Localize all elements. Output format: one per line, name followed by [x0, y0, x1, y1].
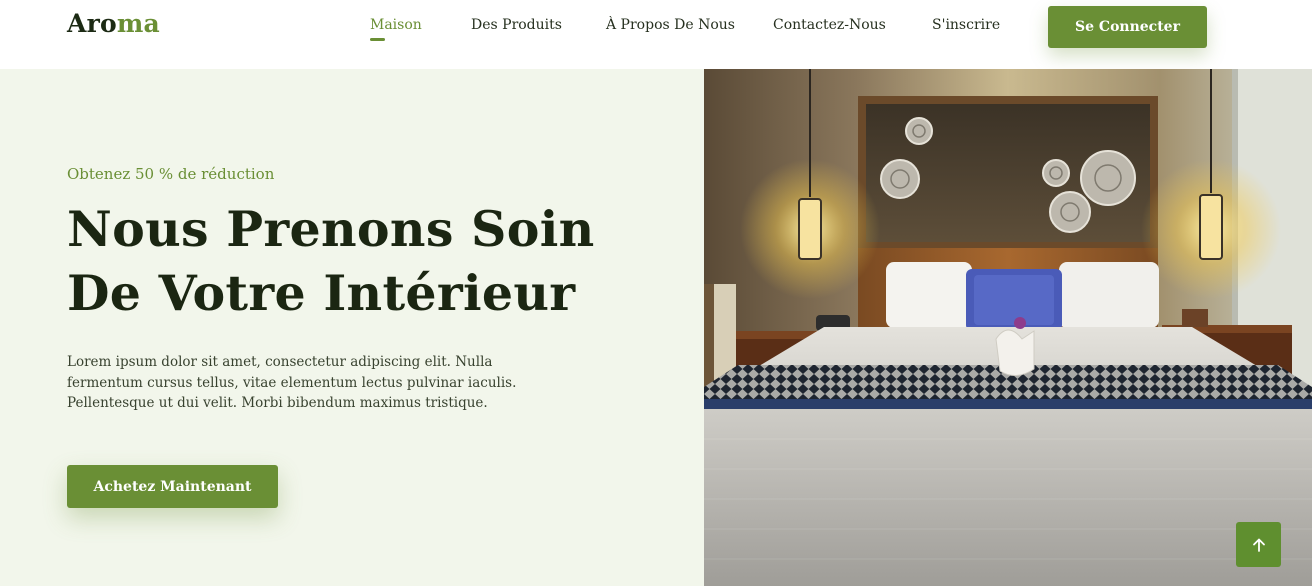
hero-title-line-2: De Votre Intérieur — [67, 264, 576, 322]
active-nav-indicator — [370, 38, 385, 41]
hero-title: Nous Prenons Soin De Votre Intérieur — [67, 197, 627, 325]
hero-discount-text: Obtenez 50 % de réduction — [67, 165, 275, 183]
nav-item-des-produits[interactable]: Des Produits — [471, 17, 562, 33]
hero-title-line-1: Nous Prenons Soin — [67, 200, 595, 258]
site-header: Aroma Maison Des Produits À Propos De No… — [0, 0, 1312, 69]
nav-item-a-propos[interactable]: À Propos De Nous — [606, 17, 735, 33]
scroll-to-top-button[interactable] — [1236, 522, 1281, 567]
arrow-up-icon — [1252, 538, 1265, 552]
hero-section: Obtenez 50 % de réduction Nous Prenons S… — [0, 69, 704, 586]
nav-item-sinscrire[interactable]: S'inscrire — [932, 17, 1000, 33]
nav-item-contactez-nous[interactable]: Contactez-Nous — [773, 17, 886, 33]
hero-bedroom-image — [704, 69, 1312, 586]
login-button[interactable]: Se Connecter — [1048, 6, 1207, 48]
nav-item-maison[interactable]: Maison — [370, 17, 422, 33]
buy-now-button[interactable]: Achetez Maintenant — [67, 465, 278, 508]
hero-description: Lorem ipsum dolor sit amet, consectetur … — [67, 354, 517, 411]
